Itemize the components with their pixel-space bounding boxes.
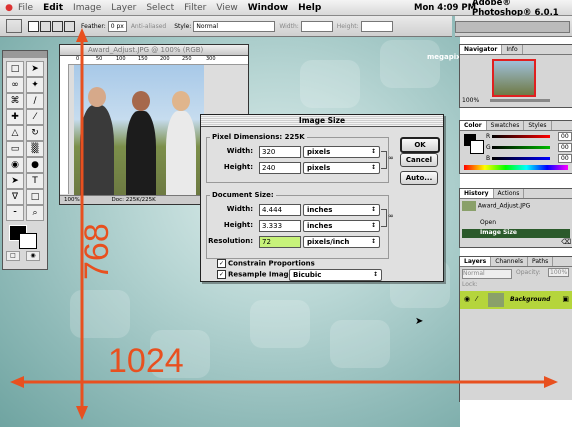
mouse-cursor-icon: ➤ xyxy=(415,316,424,327)
horizontal-arrow-head-right xyxy=(544,376,558,388)
vertical-arrow-head-top xyxy=(76,28,88,42)
horizontal-arrow-head-left xyxy=(10,376,24,388)
vertical-arrow-head-bottom xyxy=(76,406,88,420)
annotation-overlay xyxy=(10,28,558,420)
height-annotation: 768 xyxy=(78,223,116,280)
width-annotation: 1024 xyxy=(108,342,184,380)
